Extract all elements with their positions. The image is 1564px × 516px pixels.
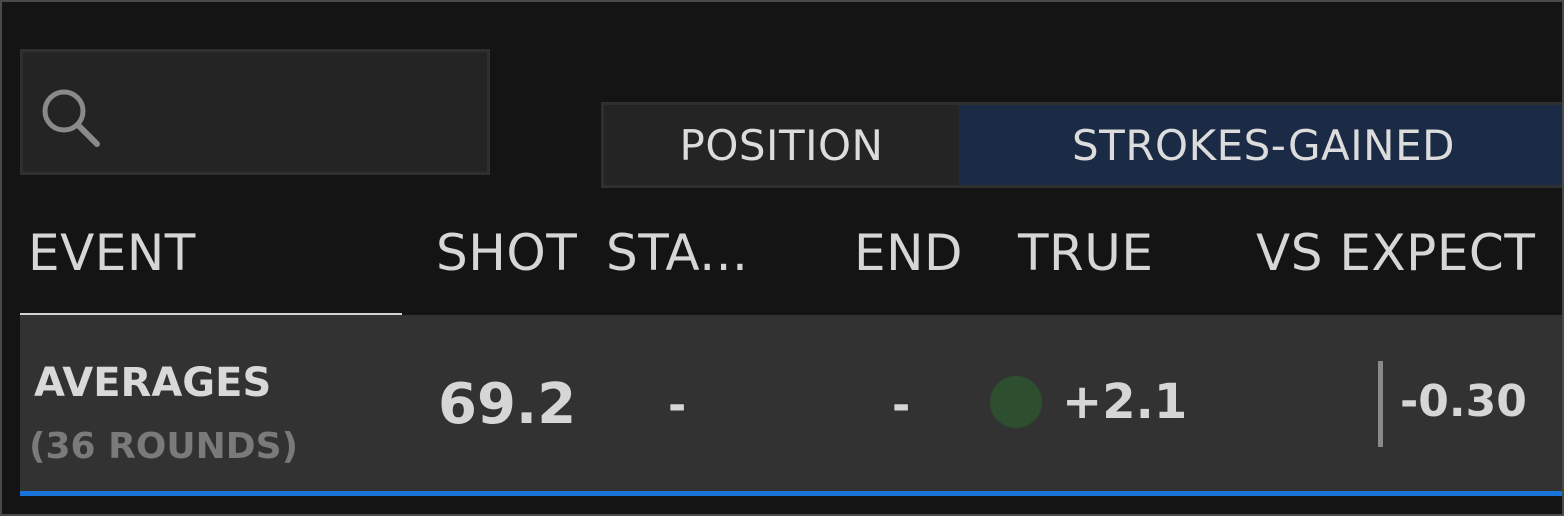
column-header-start[interactable]: STA... [606,224,748,282]
averages-label: AVERAGES [34,360,272,406]
end-value: - [892,380,911,431]
vs-expect-value: -0.30 [1400,376,1527,427]
column-header-end[interactable]: END [854,224,963,282]
rounds-count-label: (36 ROUNDS) [29,426,299,467]
shot-value: 69.2 [438,372,577,437]
toggle-position-button[interactable]: POSITION [604,105,959,185]
column-header-shot[interactable]: SHOT [436,224,577,282]
true-indicator-dot [990,376,1042,428]
true-value: +2.1 [1062,374,1188,430]
column-header-event[interactable]: EVENT [28,224,196,282]
search-input[interactable] [20,49,490,175]
strokes-gained-panel: POSITION STROKES-GAINED EVENT SHOT STA..… [0,0,1564,516]
start-value: - [668,380,687,431]
search-icon [42,89,100,147]
row-accent-bar [20,491,1562,496]
view-toggle: POSITION STROKES-GAINED [601,102,1562,188]
toggle-strokes-gained-button[interactable]: STROKES-GAINED [959,105,1562,185]
vs-expect-divider [1378,361,1383,447]
column-header-true[interactable]: TRUE [1018,224,1153,282]
column-header-vs-expect[interactable]: VS EXPECT [1256,224,1535,282]
